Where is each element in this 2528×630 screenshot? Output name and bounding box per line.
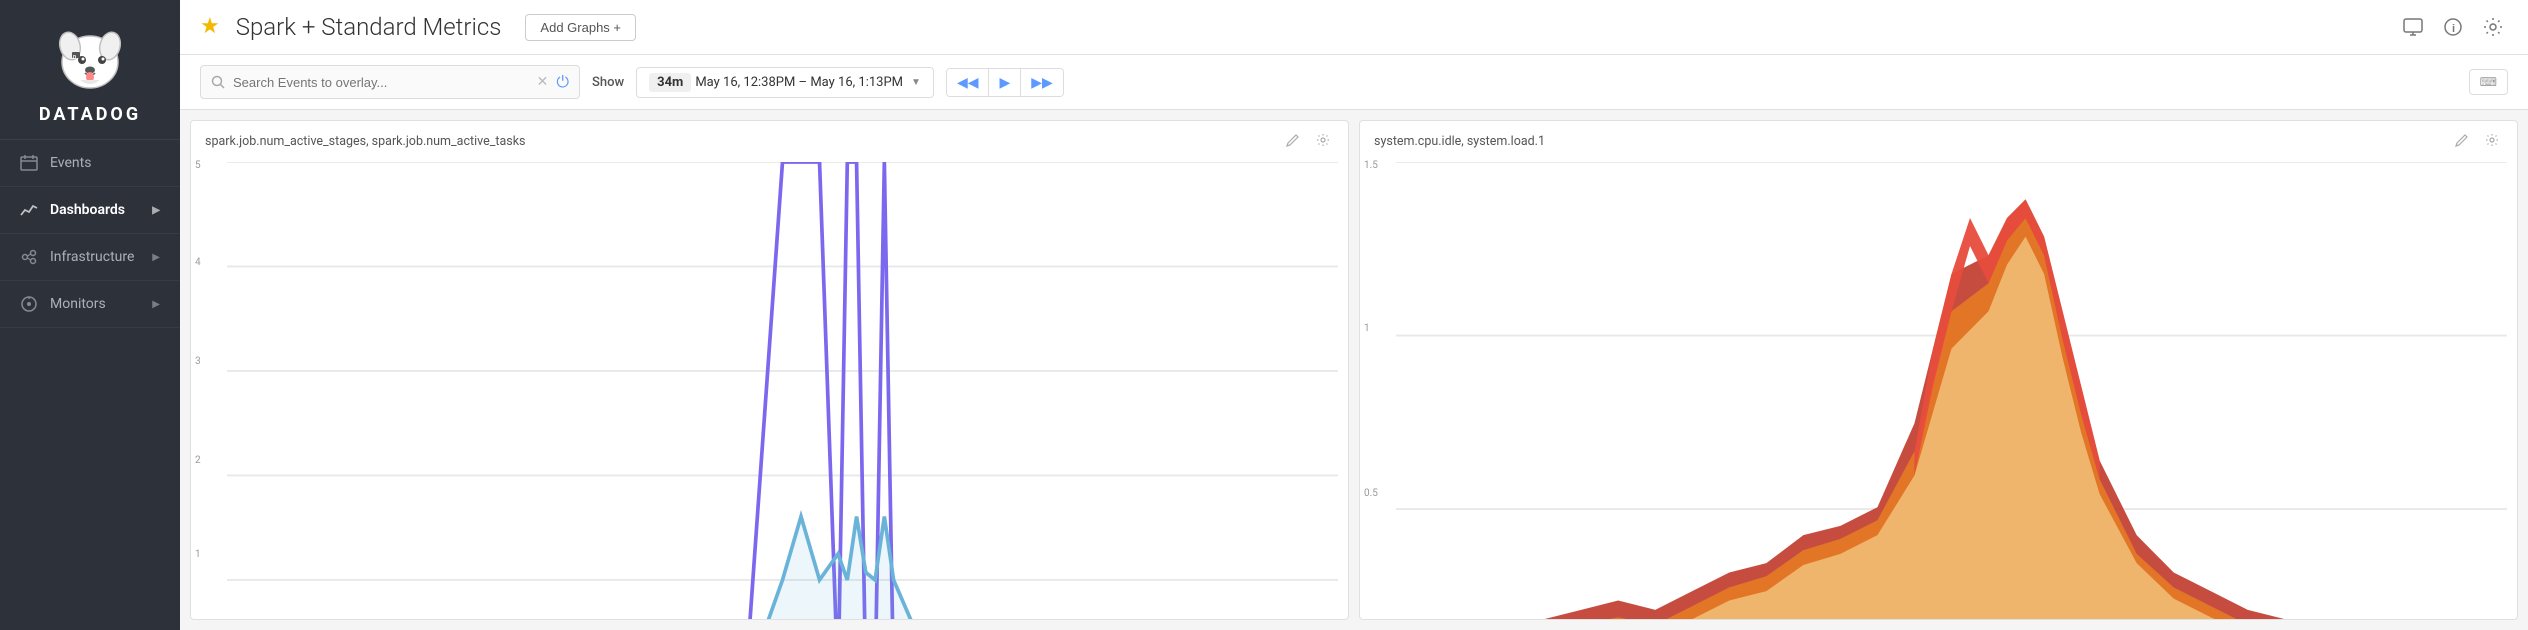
nav-play-button[interactable]: ▶ xyxy=(989,69,1021,96)
monitor-icon-button[interactable] xyxy=(2398,12,2428,42)
datadog-logo: D xyxy=(50,18,130,98)
graph-title-1: spark.job.num_active_stages, spark.job.n… xyxy=(205,134,1274,149)
info-icon: i xyxy=(2443,17,2463,37)
graph-panel-1: spark.job.num_active_stages, spark.job.n… xyxy=(190,120,1349,620)
graph-body-1: 5 4 3 2 1 0 xyxy=(191,158,1348,620)
y2-label-05: 0.5 xyxy=(1364,488,1378,499)
brand-name: DATADOG xyxy=(39,104,141,125)
pencil-icon-2 xyxy=(2455,133,2469,147)
search-clear-icon[interactable]: ✕ xyxy=(537,74,549,90)
infrastructure-icon xyxy=(20,248,38,266)
y-label-2: 2 xyxy=(195,455,201,466)
monitors-label: Monitors xyxy=(50,296,106,312)
graph-panel-2: system.cpu.idle, system.load.1 1.5 1 xyxy=(1359,120,2518,620)
graph-edit-button-1[interactable] xyxy=(1282,131,1304,152)
sidebar-item-dashboards[interactable]: Dashboards ▶ xyxy=(0,187,180,234)
page-title: Spark + Standard Metrics xyxy=(236,13,502,41)
topbar: ★ Spark + Standard Metrics Add Graphs + … xyxy=(180,0,2528,55)
pencil-icon-1 xyxy=(1286,133,1300,147)
time-dropdown-arrow: ▼ xyxy=(911,77,921,88)
time-duration: 34m xyxy=(649,73,691,92)
topbar-icons: i xyxy=(2398,12,2508,42)
time-nav-arrows: ◀◀ ▶ ▶▶ xyxy=(946,68,1064,97)
nav-back-back-button[interactable]: ◀◀ xyxy=(947,69,990,96)
main-content: ★ Spark + Standard Metrics Add Graphs + … xyxy=(180,0,2528,630)
search-power-icon[interactable]: ⏻ xyxy=(556,72,569,92)
graph-settings-button-2[interactable] xyxy=(2481,131,2503,152)
graph-settings-button-1[interactable] xyxy=(1312,131,1334,152)
y-label-1: 1 xyxy=(195,549,201,560)
monitor-icon xyxy=(2403,17,2423,37)
y-label-4: 4 xyxy=(195,257,201,268)
sidebar-item-monitors[interactable]: Monitors ▶ xyxy=(0,281,180,328)
dashboards-chevron: ▶ xyxy=(152,205,160,216)
time-range-selector[interactable]: 34m May 16, 12:38PM – May 16, 1:13PM ▼ xyxy=(636,67,934,98)
gear-icon-2 xyxy=(2485,133,2499,147)
sidebar-item-infrastructure[interactable]: Infrastructure ▶ xyxy=(0,234,180,281)
add-graphs-button[interactable]: Add Graphs + xyxy=(525,14,636,41)
graph-title-2: system.cpu.idle, system.load.1 xyxy=(1374,134,2443,149)
y2-label-1: 1 xyxy=(1364,323,1370,334)
y-label-5: 5 xyxy=(195,160,201,171)
y2-label-15: 1.5 xyxy=(1364,160,1378,171)
graphs-area: spark.job.num_active_stages, spark.job.n… xyxy=(180,110,2528,630)
dashboards-label: Dashboards xyxy=(50,202,125,218)
keyboard-shortcut-button[interactable]: ⌨ xyxy=(2469,69,2508,95)
monitors-icon xyxy=(20,295,38,313)
show-label: Show xyxy=(592,75,624,90)
events-label: Events xyxy=(50,155,91,171)
infrastructure-label: Infrastructure xyxy=(50,249,134,265)
nav-forward-forward-button[interactable]: ▶▶ xyxy=(1021,69,1063,96)
settings-icon-button[interactable] xyxy=(2478,12,2508,42)
sidebar: D DATADOG Events Dashboards ▶ Infrastruc… xyxy=(0,0,180,630)
graph-header-2: system.cpu.idle, system.load.1 xyxy=(1360,121,2517,158)
y-label-3: 3 xyxy=(195,356,201,367)
graph-body-2: 1.5 1 0.5 0 xyxy=(1360,158,2517,620)
sidebar-item-events[interactable]: Events xyxy=(0,140,180,187)
logo-area: D DATADOG xyxy=(0,0,180,140)
time-range-text: May 16, 12:38PM – May 16, 1:13PM xyxy=(695,75,903,90)
favorite-star[interactable]: ★ xyxy=(200,16,220,38)
search-box: ✕ ⏻ xyxy=(200,65,580,99)
controls-bar: ✕ ⏻ Show 34m May 16, 12:38PM – May 16, 1… xyxy=(180,55,2528,110)
events-icon xyxy=(20,154,38,172)
info-icon-button[interactable]: i xyxy=(2438,12,2468,42)
graph-svg-2 xyxy=(1396,162,2507,620)
graph-svg-1 xyxy=(227,162,1338,620)
graph-edit-button-2[interactable] xyxy=(2451,131,2473,152)
search-icon xyxy=(211,75,225,89)
monitors-chevron: ▶ xyxy=(152,299,160,310)
infrastructure-chevron: ▶ xyxy=(152,252,160,263)
search-input[interactable] xyxy=(233,75,529,90)
gear-icon xyxy=(2483,17,2503,37)
gear-icon-1 xyxy=(1316,133,1330,147)
dashboards-icon xyxy=(20,201,38,219)
graph-header-1: spark.job.num_active_stages, spark.job.n… xyxy=(191,121,1348,158)
svg-text:i: i xyxy=(2452,23,2455,35)
